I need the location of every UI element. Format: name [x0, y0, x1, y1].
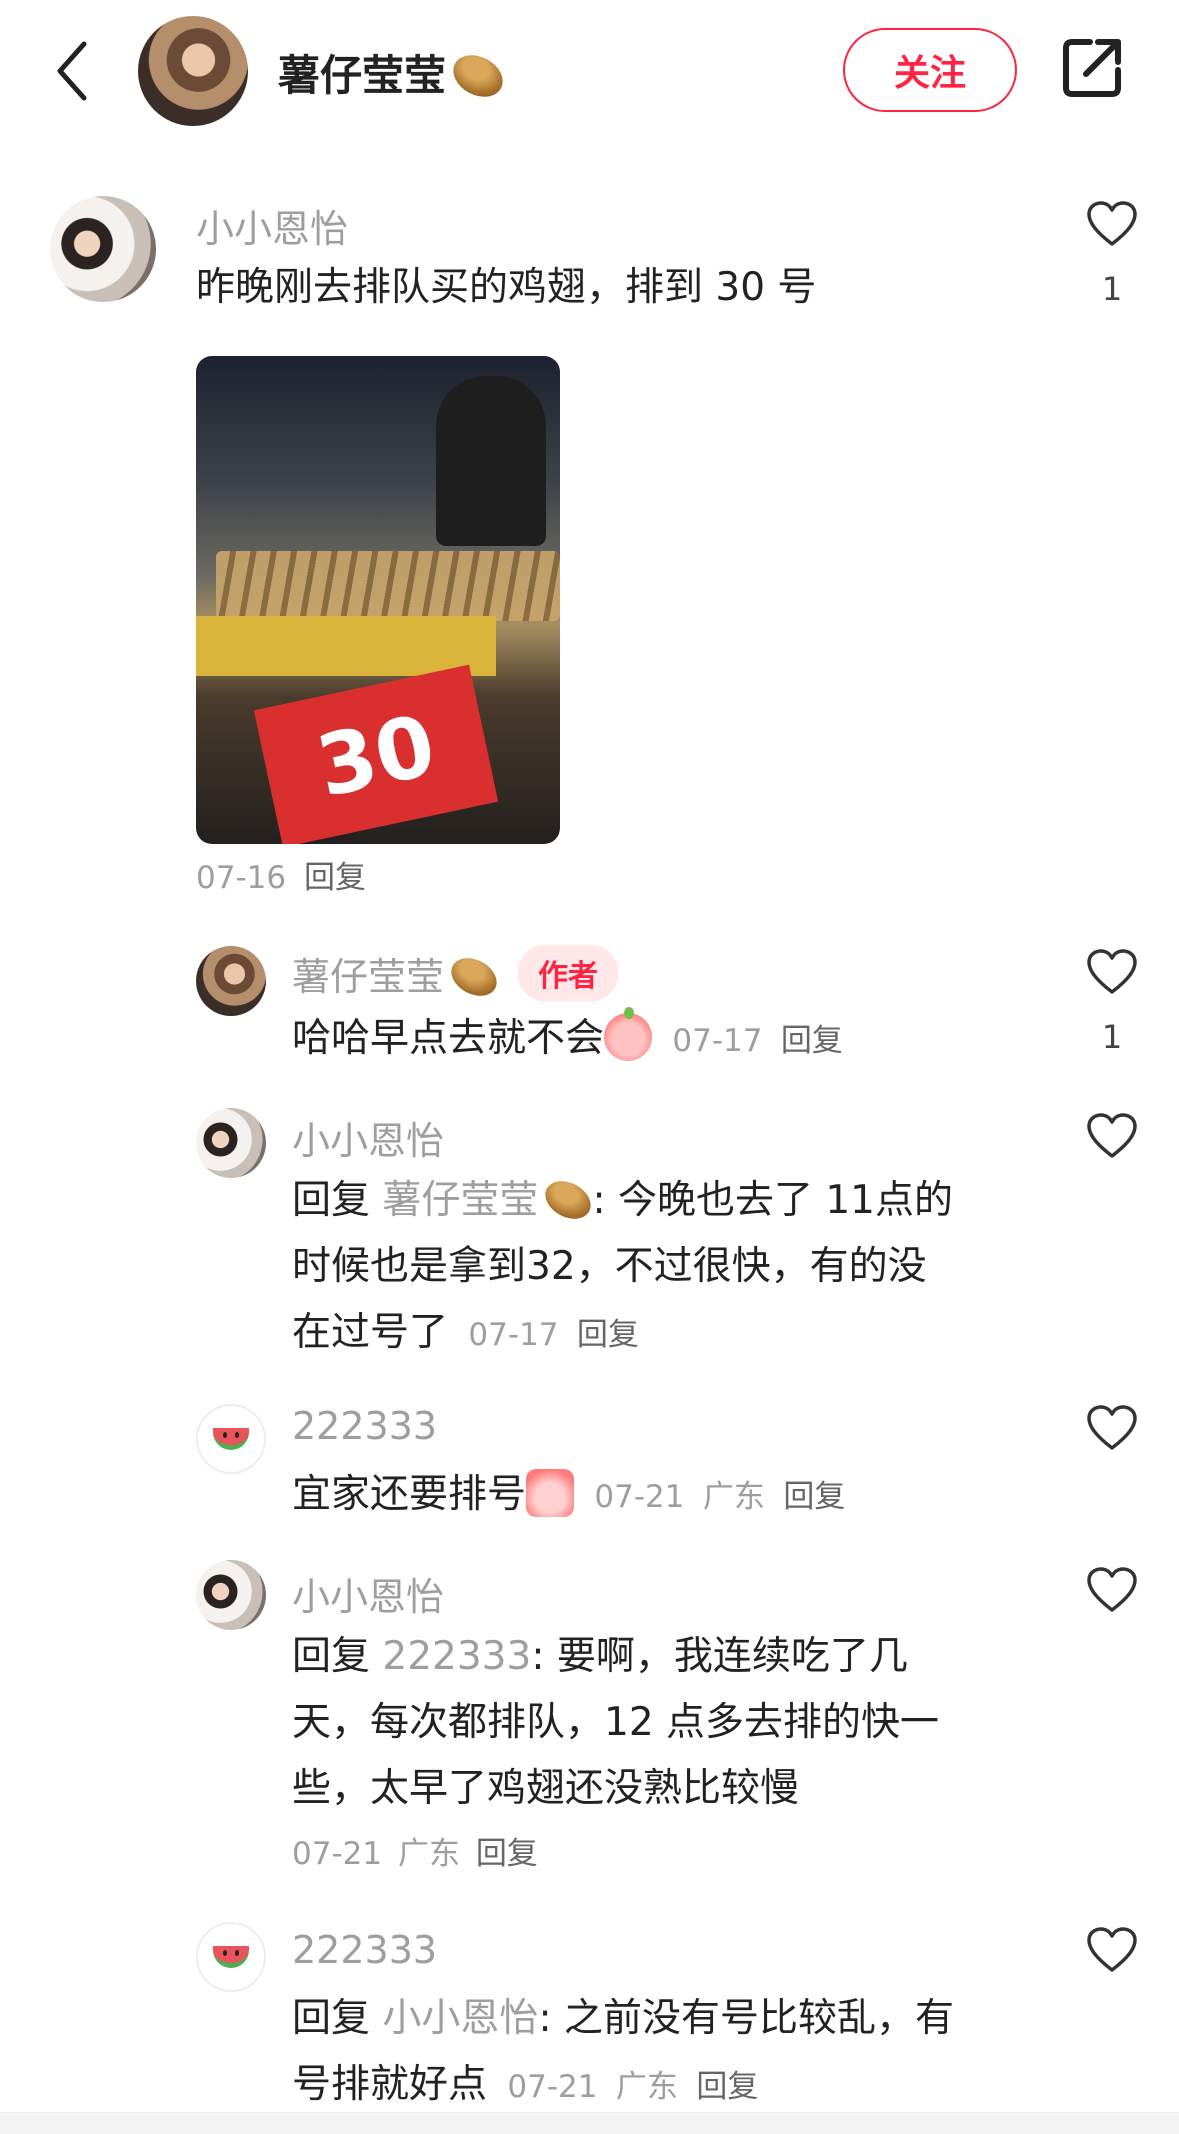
heart-outline-icon: [1087, 1405, 1137, 1450]
replier-name[interactable]: 小小恩怡: [292, 1110, 444, 1165]
reply-meta: 07-21 广东 回复: [292, 1828, 538, 1873]
photo-grill: [216, 551, 560, 621]
reply-to-name[interactable]: 222333: [382, 1634, 531, 1679]
reply-link[interactable]: 回复: [696, 2069, 758, 2105]
replier-name[interactable]: 小小恩怡: [292, 1566, 444, 1621]
back-button[interactable]: [50, 36, 100, 106]
follow-button[interactable]: 关注: [843, 28, 1017, 112]
reply-date: 07-21: [507, 2069, 598, 2105]
like-button[interactable]: [1084, 1112, 1140, 1160]
potato-emoji-icon: [446, 46, 510, 105]
reply-to-name[interactable]: 薯仔莹莹: [382, 1173, 598, 1226]
replier-avatar[interactable]: [196, 1922, 266, 1992]
replier-avatar[interactable]: [196, 946, 266, 1016]
reply-text: 回复 222333: 要啊，我连续吃了几 天，每次都排队，12 点多去排的快一 …: [292, 1634, 940, 1811]
share-icon: [1063, 39, 1121, 97]
reply-text: 回复 小小恩怡: 之前没有号比较乱，有 号排就好点 07-21 广东 回复: [292, 1996, 954, 2107]
heart-outline-icon: [1087, 949, 1137, 994]
reply-date: 07-17: [672, 1023, 763, 1059]
author-badge: 作者: [518, 945, 619, 1001]
replier-avatar[interactable]: [196, 1560, 266, 1630]
comment-date: 07-16: [196, 860, 287, 896]
replier-avatar[interactable]: [196, 1108, 266, 1178]
reply-link[interactable]: 回复: [781, 1023, 843, 1059]
heart-outline-icon: [1087, 201, 1137, 246]
top-bar: 薯仔莹莹 关注: [0, 0, 1179, 140]
photo-person: [436, 376, 546, 546]
watermelon-icon: [213, 1946, 249, 1968]
heart-outline-icon: [1087, 1113, 1137, 1158]
reply-date: 07-17: [468, 1317, 559, 1353]
reply-date: 07-21: [292, 1836, 383, 1872]
heart-outline-icon: [1087, 1927, 1137, 1972]
bottom-input-bar[interactable]: [0, 2112, 1179, 2134]
like-button[interactable]: 1: [1084, 200, 1140, 308]
comment-photo[interactable]: 30: [196, 356, 560, 844]
potato-emoji-icon: [444, 950, 504, 1003]
queue-number-card: 30: [253, 664, 499, 844]
comment-meta: 07-16 回复: [196, 852, 366, 897]
peach-emoji-icon: [604, 1006, 653, 1061]
comment-text: 昨晚刚去排队买的鸡翅，排到 30 号: [196, 265, 817, 310]
replier-avatar[interactable]: [196, 1404, 266, 1474]
reply-text: 哈哈早点去就不会 07-17 回复: [292, 1006, 1052, 1074]
author-avatar[interactable]: [138, 16, 248, 126]
like-button[interactable]: [1084, 1566, 1140, 1614]
like-button[interactable]: [1084, 1926, 1140, 1974]
commenter-avatar[interactable]: [50, 196, 156, 302]
author-name[interactable]: 薯仔莹莹: [278, 42, 510, 105]
reply-link[interactable]: 回复: [476, 1836, 538, 1872]
reply-link[interactable]: 回复: [577, 1317, 639, 1353]
share-button[interactable]: [1060, 36, 1124, 100]
reply-location: 广东: [702, 1479, 765, 1515]
reply-link[interactable]: 回复: [304, 860, 366, 896]
replier-name[interactable]: 222333: [292, 1404, 437, 1448]
replier-name[interactable]: 222333: [292, 1928, 437, 1972]
watermelon-icon: [213, 1428, 249, 1450]
crying-emoji-icon: [526, 1468, 575, 1517]
reply-link[interactable]: 回复: [783, 1479, 845, 1515]
reply-to-name[interactable]: 小小恩怡: [382, 1996, 538, 2041]
like-button[interactable]: [1084, 1404, 1140, 1452]
potato-emoji-icon: [539, 1173, 598, 1226]
photo-grill-base: [196, 616, 496, 676]
heart-outline-icon: [1087, 1567, 1137, 1612]
replier-name[interactable]: 薯仔莹莹 作者: [292, 945, 619, 1005]
reply-location: 广东: [397, 1836, 460, 1872]
chevron-left-icon: [57, 41, 87, 101]
like-count: 1: [1101, 1018, 1123, 1056]
like-button[interactable]: 1: [1084, 948, 1140, 1056]
reply-text: 回复 薯仔莹莹: 今晚也去了 11点的 时候也是拿到32，不过很快，有的没 在过…: [292, 1168, 1052, 1368]
reply-date: 07-21: [594, 1479, 685, 1515]
reply-location: 广东: [615, 2069, 678, 2105]
reply-text: 宜家还要排号 07-21 广东 回复: [292, 1462, 1052, 1530]
commenter-name[interactable]: 小小恩怡: [196, 198, 348, 253]
like-count: 1: [1101, 270, 1123, 308]
